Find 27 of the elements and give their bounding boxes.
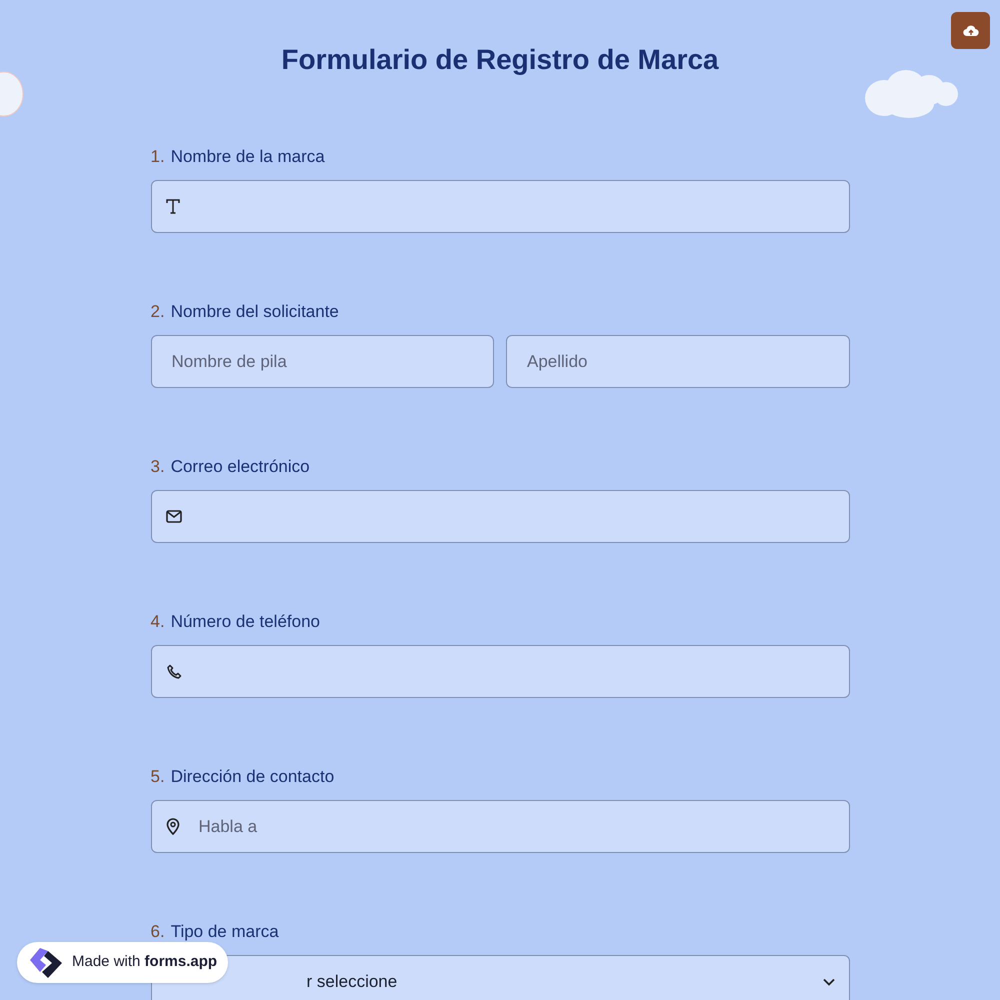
chevron-down-icon [822,978,834,986]
question-label: Correo electrónico [170,456,310,478]
input-field[interactable]: Nombre de pila [150,335,494,388]
input-field[interactable] [150,490,850,543]
cloud-upload-icon [962,24,978,36]
made-with-badge[interactable]: Made with forms.app [17,942,228,983]
question-label: Nombre del solicitante [170,301,339,323]
form-title: Formulario de Registro de Marca [281,43,719,77]
question-number: 2. [150,301,165,323]
question-label: Número de teléfono [170,611,320,633]
phone-icon [166,664,182,680]
location-pin-icon [166,818,180,835]
input-field[interactable]: Apellido [506,335,850,388]
question-number: 3. [150,456,165,478]
question-label: Nombre de la marca [170,146,325,168]
upload-button[interactable] [951,12,990,49]
text-icon [166,199,180,214]
question-number: 1. [150,146,165,168]
question-number: 5. [150,766,165,788]
question-label: Tipo de marca [170,921,279,943]
input-field[interactable] [150,180,850,233]
question-label: Dirección de contacto [170,766,334,788]
question-number: 6. [150,921,165,943]
input-field[interactable]: Habla a [150,800,850,853]
question-number: 4. [150,611,165,633]
mail-icon [166,510,182,523]
input-field[interactable] [150,645,850,698]
